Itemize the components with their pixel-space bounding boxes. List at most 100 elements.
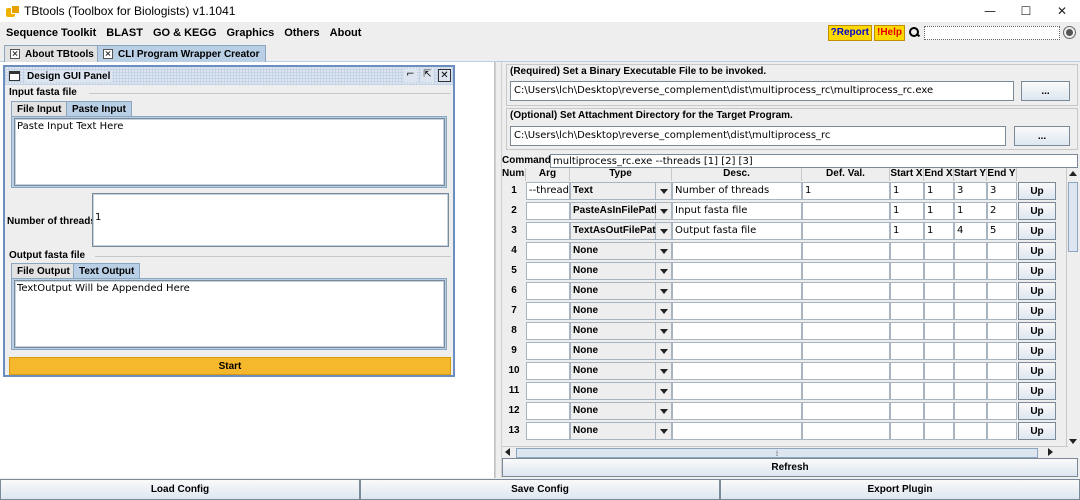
start-y-cell[interactable]: 3 — [954, 182, 987, 200]
tab-text-output[interactable]: Text Output — [73, 263, 141, 278]
end-y-cell[interactable] — [987, 402, 1017, 420]
type-select[interactable]: None — [570, 242, 656, 260]
end-x-cell[interactable] — [924, 302, 954, 320]
scroll-right-icon[interactable] — [1048, 448, 1053, 456]
arg-cell[interactable] — [526, 302, 570, 320]
default-value-cell[interactable] — [802, 422, 890, 440]
desc-cell[interactable] — [672, 382, 802, 400]
arg-cell[interactable] — [526, 322, 570, 340]
end-x-cell[interactable]: 1 — [924, 182, 954, 200]
arg-cell[interactable] — [526, 242, 570, 260]
start-x-cell[interactable] — [890, 422, 924, 440]
arg-cell[interactable] — [526, 282, 570, 300]
type-select[interactable]: None — [570, 402, 656, 420]
scroll-thumb[interactable] — [1068, 182, 1078, 252]
tab-about-tbtools[interactable]: About TBtools — [4, 45, 100, 62]
desc-cell[interactable] — [672, 362, 802, 380]
start-y-cell[interactable]: 1 — [954, 202, 987, 220]
end-x-cell[interactable] — [924, 362, 954, 380]
default-value-cell[interactable] — [802, 282, 890, 300]
end-y-cell[interactable]: 2 — [987, 202, 1017, 220]
start-y-cell[interactable] — [954, 362, 987, 380]
default-value-cell[interactable] — [802, 322, 890, 340]
default-value-cell[interactable] — [802, 302, 890, 320]
start-y-cell[interactable] — [954, 382, 987, 400]
chevron-down-icon[interactable] — [656, 342, 672, 360]
move-up-button[interactable]: Up — [1018, 222, 1056, 240]
end-x-cell[interactable] — [924, 402, 954, 420]
chevron-down-icon[interactable] — [656, 202, 672, 220]
menu-about[interactable]: About — [330, 27, 362, 39]
output-textarea[interactable]: TextOutput Will be Appended Here — [14, 280, 445, 348]
end-y-cell[interactable] — [987, 422, 1017, 440]
move-up-button[interactable]: Up — [1018, 382, 1056, 400]
browse-attach-button[interactable]: ... — [1014, 126, 1070, 146]
start-button[interactable]: Start — [9, 357, 451, 375]
end-y-cell[interactable] — [987, 242, 1017, 260]
end-x-cell[interactable] — [924, 262, 954, 280]
iconify-icon[interactable]: ⌐ — [404, 69, 417, 82]
desc-cell[interactable] — [672, 342, 802, 360]
menu-others[interactable]: Others — [284, 27, 319, 39]
end-y-cell[interactable]: 5 — [987, 222, 1017, 240]
table-vertical-scrollbar[interactable] — [1066, 168, 1078, 448]
move-up-button[interactable]: Up — [1018, 282, 1056, 300]
end-y-cell[interactable] — [987, 382, 1017, 400]
chevron-down-icon[interactable] — [656, 282, 672, 300]
desc-cell[interactable]: Number of threads — [672, 182, 802, 200]
end-x-cell[interactable] — [924, 282, 954, 300]
arg-cell[interactable] — [526, 362, 570, 380]
end-y-cell[interactable] — [987, 322, 1017, 340]
start-y-cell[interactable] — [954, 402, 987, 420]
start-x-cell[interactable] — [890, 262, 924, 280]
arg-cell[interactable] — [526, 202, 570, 220]
help-button[interactable]: !Help — [874, 24, 905, 41]
start-x-cell[interactable] — [890, 402, 924, 420]
start-y-cell[interactable] — [954, 282, 987, 300]
close-icon[interactable]: ✕ — [438, 69, 451, 82]
end-x-cell[interactable] — [924, 322, 954, 340]
move-up-button[interactable]: Up — [1018, 342, 1056, 360]
start-x-cell[interactable]: 1 — [890, 182, 924, 200]
end-x-cell[interactable] — [924, 342, 954, 360]
start-x-cell[interactable] — [890, 242, 924, 260]
default-value-cell[interactable] — [802, 202, 890, 220]
maximize-icon[interactable]: ⇱ — [421, 69, 434, 82]
type-select[interactable]: Text — [570, 182, 656, 200]
default-value-cell[interactable] — [802, 262, 890, 280]
start-y-cell[interactable] — [954, 262, 987, 280]
arg-cell[interactable] — [526, 262, 570, 280]
desc-cell[interactable]: Input fasta file — [672, 202, 802, 220]
start-y-cell[interactable] — [954, 302, 987, 320]
end-y-cell[interactable] — [987, 282, 1017, 300]
end-x-cell[interactable]: 1 — [924, 222, 954, 240]
type-select[interactable]: None — [570, 262, 656, 280]
search-input[interactable] — [924, 25, 1060, 40]
start-x-cell[interactable] — [890, 362, 924, 380]
pane-splitter[interactable] — [495, 62, 502, 478]
move-up-button[interactable]: Up — [1018, 422, 1056, 440]
close-button[interactable]: ✕ — [1044, 0, 1080, 22]
input-textarea[interactable]: Paste Input Text Here — [14, 118, 445, 186]
default-value-cell[interactable]: 1 — [802, 182, 890, 200]
desc-cell[interactable] — [672, 402, 802, 420]
start-x-cell[interactable]: 1 — [890, 202, 924, 220]
start-y-cell[interactable]: 4 — [954, 222, 987, 240]
end-y-cell[interactable] — [987, 302, 1017, 320]
save-config-button[interactable]: Save Config — [360, 479, 720, 500]
tab-cli-wrapper-creator[interactable]: CLI Program Wrapper Creator — [97, 45, 266, 62]
move-up-button[interactable]: Up — [1018, 242, 1056, 260]
attach-path-input[interactable]: C:\Users\lch\Desktop\reverse_complement\… — [510, 126, 1006, 146]
end-y-cell[interactable] — [987, 262, 1017, 280]
type-select[interactable]: None — [570, 422, 656, 440]
desc-cell[interactable] — [672, 302, 802, 320]
start-x-cell[interactable] — [890, 322, 924, 340]
type-select[interactable]: None — [570, 282, 656, 300]
tab-close-icon[interactable] — [10, 49, 20, 59]
move-up-button[interactable]: Up — [1018, 362, 1056, 380]
arg-cell[interactable] — [526, 422, 570, 440]
browse-binary-button[interactable]: ... — [1021, 81, 1070, 101]
move-up-button[interactable]: Up — [1018, 402, 1056, 420]
minimize-button[interactable]: — — [972, 0, 1008, 22]
start-y-cell[interactable] — [954, 322, 987, 340]
